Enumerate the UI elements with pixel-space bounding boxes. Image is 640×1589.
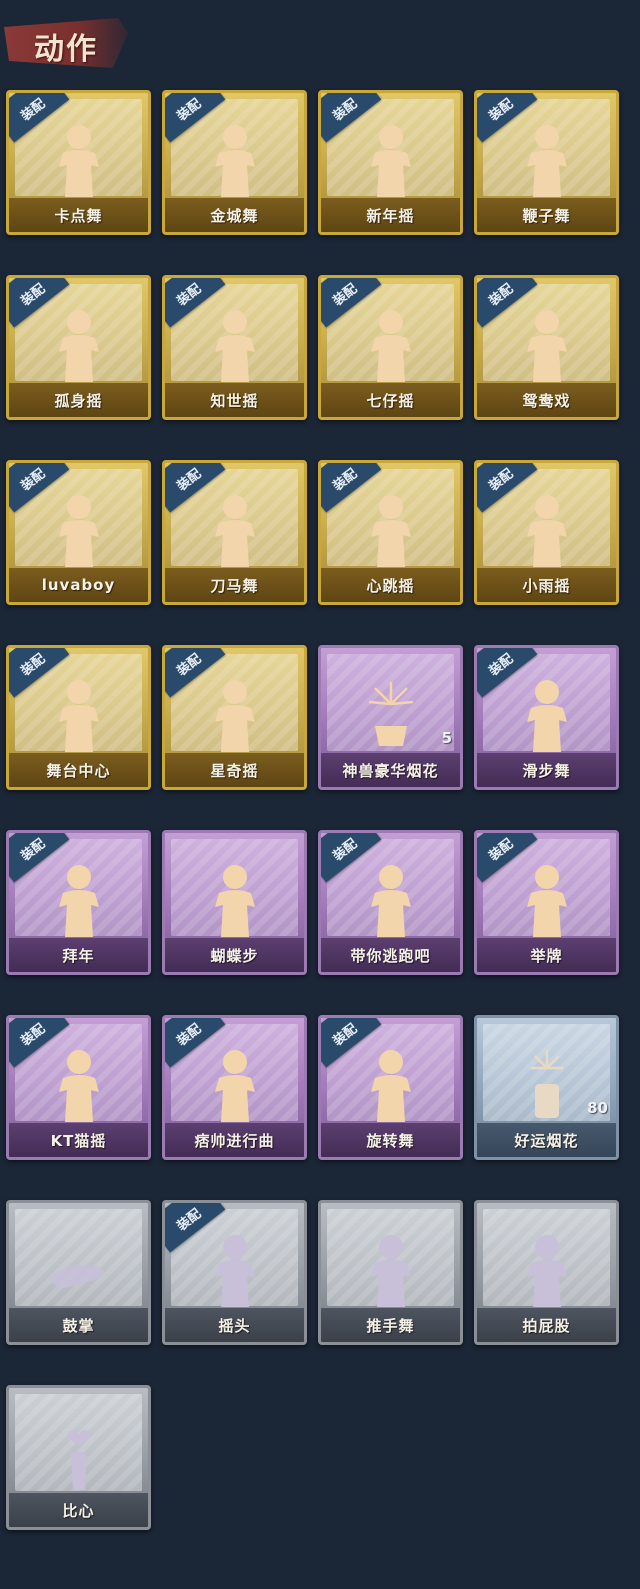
emote-label: 拜年 xyxy=(9,938,148,972)
emote-label: KT猫摇 xyxy=(9,1123,148,1157)
emote-label: 星奇摇 xyxy=(165,753,304,787)
dance-pose-icon xyxy=(195,489,275,569)
dance-pose-icon xyxy=(507,119,587,199)
emote-card[interactable]: 推手舞 xyxy=(318,1200,463,1345)
emote-card[interactable]: 装配 luvaboy xyxy=(6,460,151,605)
emote-card[interactable]: 装配 拜年 xyxy=(6,830,151,975)
heart-hand-icon xyxy=(39,1414,119,1494)
emote-card[interactable]: 装配 举牌 xyxy=(474,830,619,975)
emote-card[interactable]: 装配 滑步舞 xyxy=(474,645,619,790)
emote-label: 好运烟花 xyxy=(477,1123,616,1157)
emote-label: 痞帅进行曲 xyxy=(165,1123,304,1157)
dance-pose-icon xyxy=(39,489,119,569)
emote-label: 孤身摇 xyxy=(9,383,148,417)
emote-label: 知世摇 xyxy=(165,383,304,417)
item-count: 5 xyxy=(441,729,452,747)
emote-card[interactable]: 5 神兽豪华烟花 xyxy=(318,645,463,790)
dance-pose-icon xyxy=(351,859,431,939)
bow-pose-icon xyxy=(39,859,119,939)
dance-pose-icon xyxy=(507,1229,587,1309)
emote-label: 心跳摇 xyxy=(321,568,460,602)
dance-pose-icon xyxy=(351,119,431,199)
emote-card[interactable]: 80 好运烟花 xyxy=(474,1015,619,1160)
emote-label: 舞台中心 xyxy=(9,753,148,787)
emote-card[interactable]: 鼓掌 xyxy=(6,1200,151,1345)
emote-card[interactable]: 装配 金城舞 xyxy=(162,90,307,235)
emote-card[interactable]: 装配 小雨摇 xyxy=(474,460,619,605)
fireworks-icon xyxy=(351,674,431,754)
emote-label: 卡点舞 xyxy=(9,198,148,232)
clap-icon xyxy=(39,1229,119,1309)
emote-label: 金城舞 xyxy=(165,198,304,232)
dance-pose-icon xyxy=(195,674,275,754)
dance-pose-icon xyxy=(39,119,119,199)
emote-label: 蝴蝶步 xyxy=(165,938,304,972)
emote-card[interactable]: 拍屁股 xyxy=(474,1200,619,1345)
firework-can-icon xyxy=(507,1044,587,1124)
emote-card[interactable]: 装配 七仔摇 xyxy=(318,275,463,420)
dance-pose-icon xyxy=(507,304,587,384)
dance-pose-icon xyxy=(195,1044,275,1124)
emote-card[interactable]: 装配 鞭子舞 xyxy=(474,90,619,235)
dance-pose-icon xyxy=(195,304,275,384)
dance-pose-icon xyxy=(39,1044,119,1124)
dance-pose-icon xyxy=(351,489,431,569)
emote-card[interactable]: 装配 摇头 xyxy=(162,1200,307,1345)
dance-pose-icon xyxy=(39,304,119,384)
emote-label: 刀马舞 xyxy=(165,568,304,602)
emote-card[interactable]: 装配 带你逃跑吧 xyxy=(318,830,463,975)
emote-card[interactable]: 比心 xyxy=(6,1385,151,1530)
emote-label: 七仔摇 xyxy=(321,383,460,417)
emote-label: 举牌 xyxy=(477,938,616,972)
dance-pose-icon xyxy=(195,859,275,939)
emote-card[interactable]: 装配 舞台中心 xyxy=(6,645,151,790)
emote-card[interactable]: 蝴蝶步 xyxy=(162,830,307,975)
item-count: 80 xyxy=(587,1099,608,1117)
dance-pose-icon xyxy=(507,674,587,754)
emote-card[interactable]: 装配 刀马舞 xyxy=(162,460,307,605)
emote-card[interactable]: 装配 卡点舞 xyxy=(6,90,151,235)
emote-label: 鞭子舞 xyxy=(477,198,616,232)
dance-pose-icon xyxy=(507,489,587,569)
emote-label: 神兽豪华烟花 xyxy=(321,753,460,787)
dance-pose-icon xyxy=(195,119,275,199)
emote-label: 比心 xyxy=(9,1493,148,1527)
dance-pose-icon xyxy=(351,1229,431,1309)
emote-label: 鸳鸯戏 xyxy=(477,383,616,417)
section-title: 动作 xyxy=(34,32,98,67)
emote-label: 旋转舞 xyxy=(321,1123,460,1157)
emote-card[interactable]: 装配 孤身摇 xyxy=(6,275,151,420)
emote-label: 带你逃跑吧 xyxy=(321,938,460,972)
spin-pose-icon xyxy=(351,1044,431,1124)
emote-card[interactable]: 装配 心跳摇 xyxy=(318,460,463,605)
emote-label: 推手舞 xyxy=(321,1308,460,1342)
emote-card[interactable]: 装配 鸳鸯戏 xyxy=(474,275,619,420)
emote-label: 摇头 xyxy=(165,1308,304,1342)
sign-pose-icon xyxy=(507,859,587,939)
dance-pose-icon xyxy=(195,1229,275,1309)
emote-card[interactable]: 装配 新年摇 xyxy=(318,90,463,235)
dance-pose-icon xyxy=(39,674,119,754)
emote-label: 鼓掌 xyxy=(9,1308,148,1342)
emote-label: 拍屁股 xyxy=(477,1308,616,1342)
emote-label: 滑步舞 xyxy=(477,753,616,787)
dance-pose-icon xyxy=(351,304,431,384)
emote-card[interactable]: 装配 星奇摇 xyxy=(162,645,307,790)
emote-card[interactable]: 装配 知世摇 xyxy=(162,275,307,420)
emote-label: luvaboy xyxy=(9,568,148,602)
emote-card[interactable]: 装配 KT猫摇 xyxy=(6,1015,151,1160)
emote-label: 小雨摇 xyxy=(477,568,616,602)
emote-card[interactable]: 装配 旋转舞 xyxy=(318,1015,463,1160)
emote-card[interactable]: 装配 痞帅进行曲 xyxy=(162,1015,307,1160)
section-header: 动作 xyxy=(4,10,128,74)
emote-label: 新年摇 xyxy=(321,198,460,232)
